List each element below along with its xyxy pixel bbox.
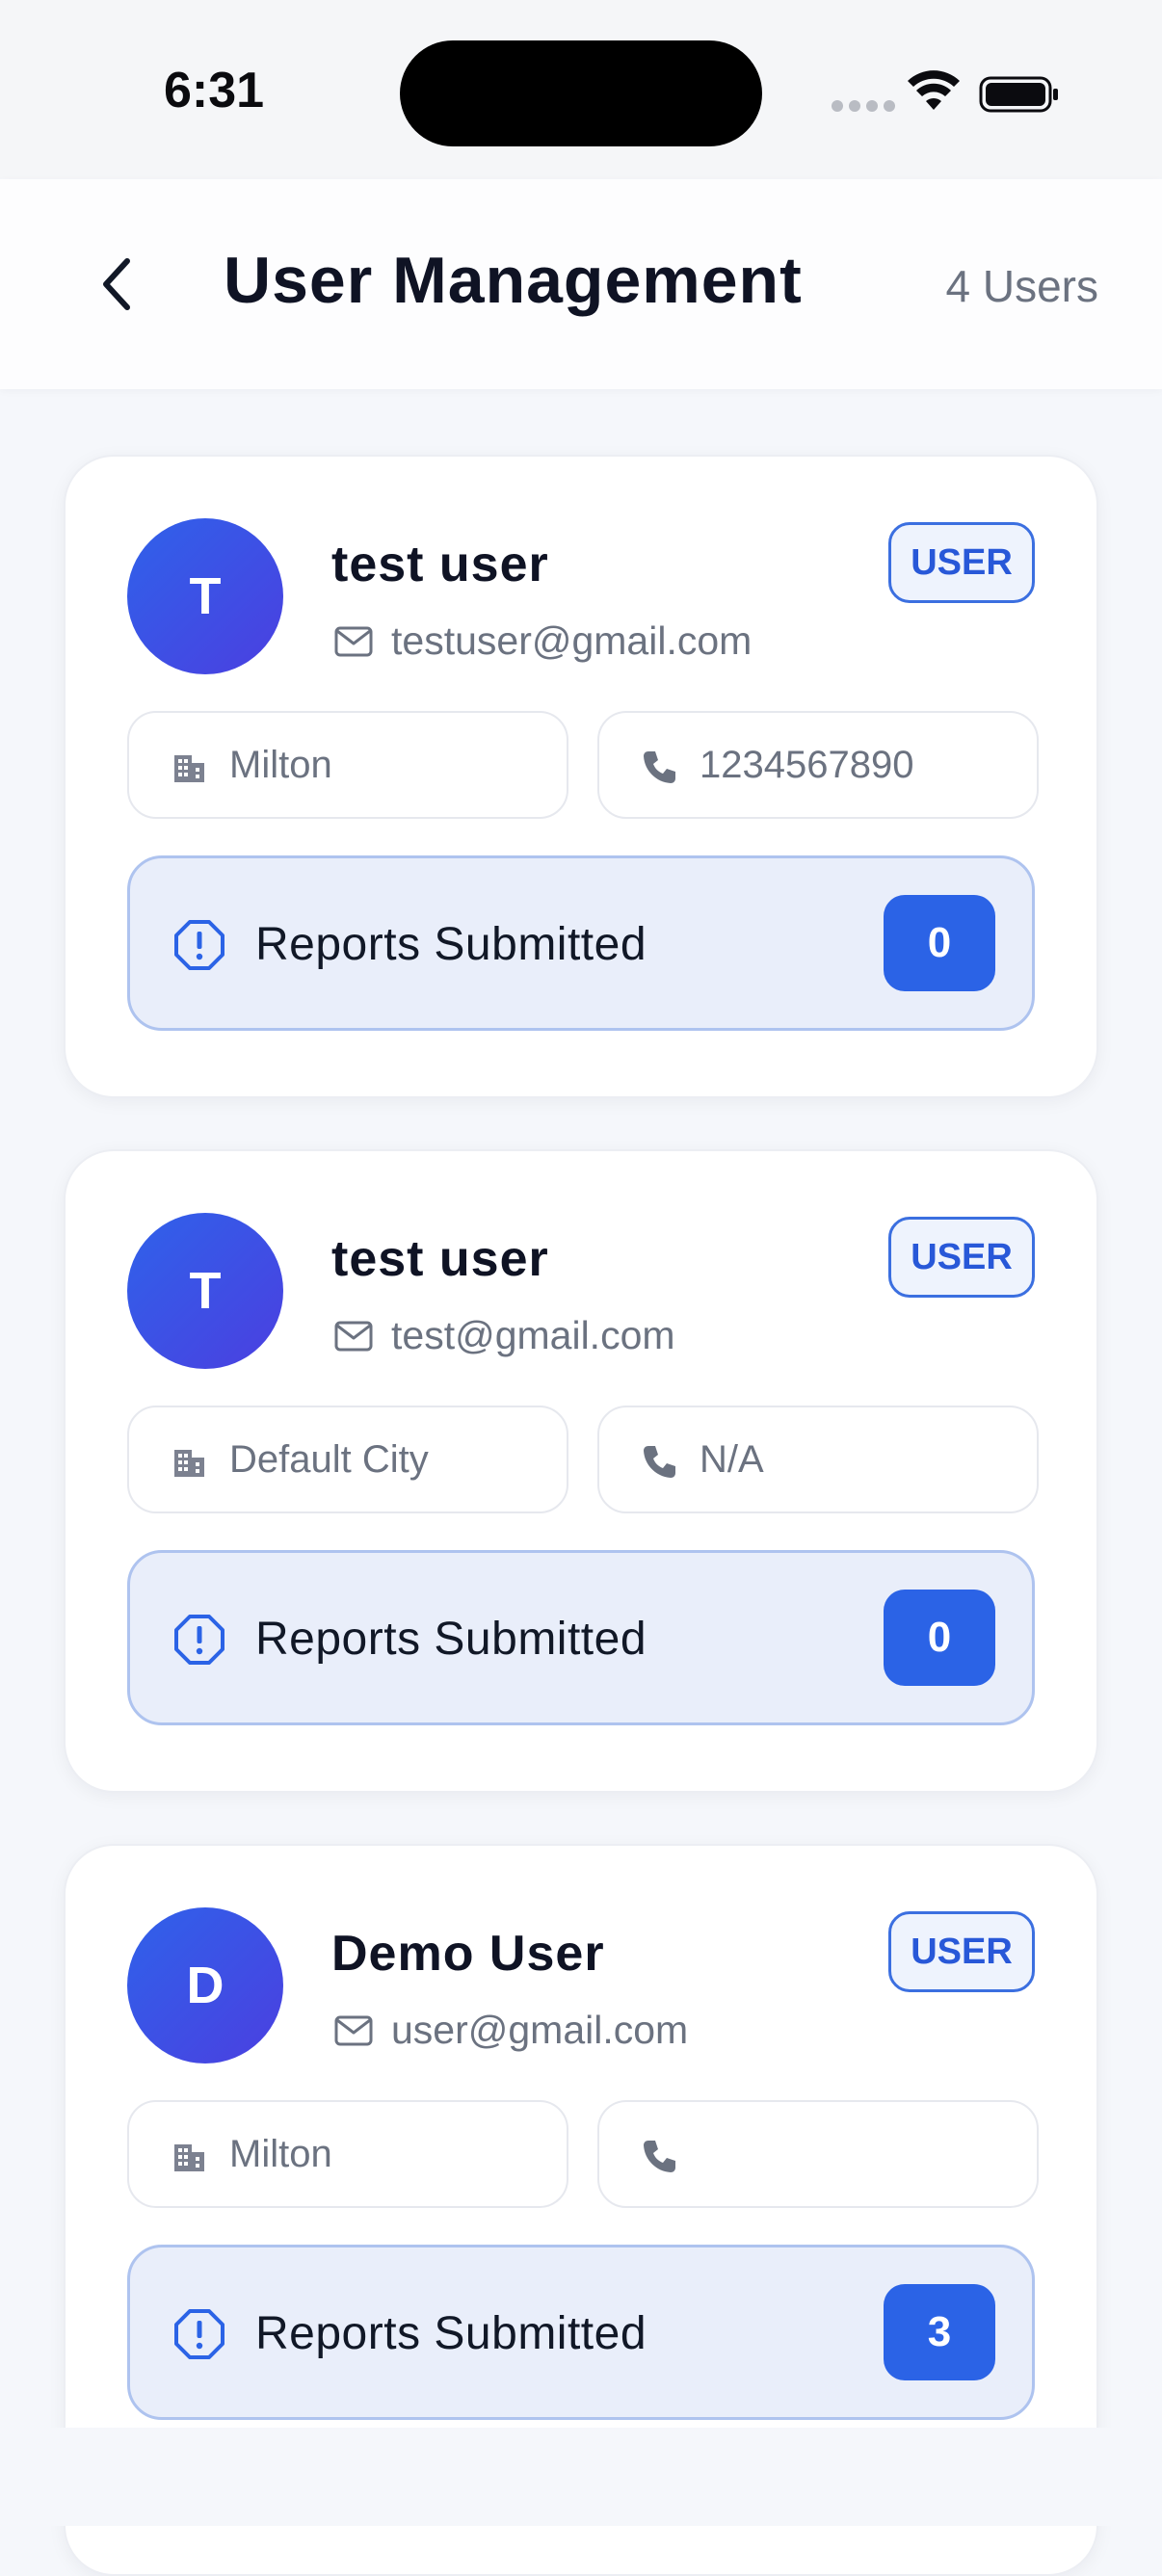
user-card[interactable]: T test user test@gmail.com USER Default …: [64, 1149, 1098, 1793]
avatar: D: [127, 1907, 283, 2063]
user-name: Demo User: [331, 1926, 605, 1982]
mail-icon: [334, 626, 373, 656]
mail-icon: [334, 1321, 373, 1351]
dynamic-island: [400, 40, 762, 146]
email-row: user@gmail.com: [333, 2008, 688, 2053]
page-title: User Management: [224, 244, 803, 317]
city-text: Milton: [229, 744, 332, 786]
status-bar: 6:31: [0, 0, 1162, 178]
building-icon: [174, 755, 204, 782]
city-chip: Milton: [127, 2100, 568, 2208]
chevron-left-icon: [103, 258, 130, 310]
role-badge: USER: [888, 522, 1035, 603]
role-badge: USER: [888, 1911, 1035, 1992]
phone-chip: N/A: [597, 1406, 1039, 1513]
phone-text: N/A: [700, 1438, 764, 1481]
city-text: Milton: [229, 2133, 332, 2175]
city-chip: Default City: [127, 1406, 568, 1513]
cellular-signal-icon: [832, 100, 895, 112]
reports-count-badge: 0: [884, 895, 995, 991]
back-button[interactable]: [89, 250, 146, 318]
user-name: test user: [331, 537, 549, 592]
reports-submitted-row[interactable]: Reports Submitted 3: [127, 2245, 1035, 2420]
battery-icon: [979, 76, 1058, 113]
building-icon: [174, 2144, 204, 2171]
status-time: 6:31: [164, 63, 265, 118]
user-card[interactable]: T test user testuser@gmail.com USER Milt…: [64, 455, 1098, 1098]
email-row: test@gmail.com: [333, 1313, 675, 1358]
user-count: 4 Users: [945, 261, 1098, 311]
alert-octagon-icon: [174, 1615, 224, 1665]
email-row: testuser@gmail.com: [333, 618, 752, 664]
reports-submitted-row[interactable]: Reports Submitted 0: [127, 1550, 1035, 1725]
mail-icon: [334, 2015, 373, 2045]
city-chip: Milton: [127, 711, 568, 819]
user-email: test@gmail.com: [391, 1313, 675, 1357]
reports-label: Reports Submitted: [255, 2308, 647, 2359]
reports-label: Reports Submitted: [255, 919, 647, 970]
avatar: T: [127, 1213, 283, 1369]
city-text: Default City: [229, 1438, 429, 1481]
phone-icon: [644, 2141, 675, 2172]
role-badge: USER: [888, 1217, 1035, 1298]
phone-text: 1234567890: [700, 744, 914, 786]
alert-octagon-icon: [174, 2309, 224, 2359]
phone-chip: 1234567890: [597, 711, 1039, 819]
avatar: T: [127, 518, 283, 674]
reports-count-badge: 0: [884, 1590, 995, 1686]
wifi-icon: [908, 70, 960, 110]
user-email: testuser@gmail.com: [391, 618, 753, 663]
user-email: user@gmail.com: [391, 2008, 689, 2052]
reports-count-badge: 3: [884, 2284, 995, 2380]
user-name: test user: [331, 1231, 549, 1287]
phone-icon: [644, 1446, 675, 1478]
app-header: User Management 4 Users: [0, 179, 1162, 389]
reports-submitted-row[interactable]: Reports Submitted 0: [127, 855, 1035, 1031]
phone-chip: [597, 2100, 1039, 2208]
alert-octagon-icon: [174, 920, 224, 970]
phone-icon: [644, 751, 675, 783]
reports-label: Reports Submitted: [255, 1614, 647, 1665]
bottom-safe-area: [0, 2428, 1162, 2526]
building-icon: [174, 1450, 204, 1477]
